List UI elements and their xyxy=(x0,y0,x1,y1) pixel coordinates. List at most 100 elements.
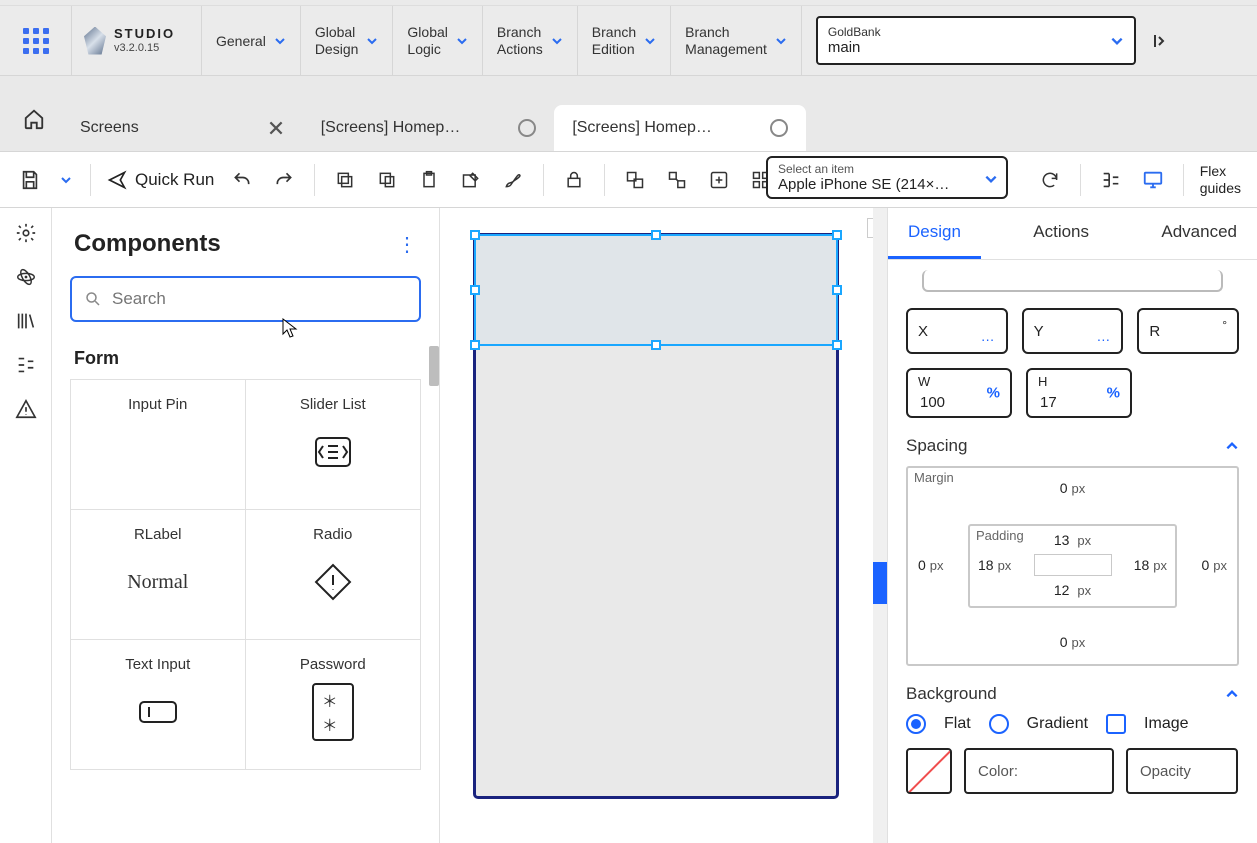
background-section-header[interactable]: Background xyxy=(906,684,1239,704)
component-rlabel[interactable]: RLabel Normal xyxy=(70,510,246,640)
paste-button[interactable] xyxy=(415,166,443,194)
chevron-down-icon xyxy=(60,174,72,186)
selection-box[interactable] xyxy=(474,234,838,346)
component-text-input[interactable]: Text Input xyxy=(70,640,246,770)
bg-color-input[interactable]: Color: xyxy=(964,748,1114,794)
height-input[interactable]: H17% xyxy=(1026,368,1132,418)
refresh-button[interactable] xyxy=(1036,166,1064,194)
tree-button[interactable] xyxy=(1097,166,1125,194)
tab-label: [Screens] Homep… xyxy=(572,119,712,137)
pencil-square-icon xyxy=(461,170,481,190)
apps-button[interactable] xyxy=(0,6,72,75)
gear-icon[interactable] xyxy=(15,222,37,244)
chevron-down-icon xyxy=(551,35,563,47)
quick-run-button[interactable]: Quick Run xyxy=(107,170,214,190)
margin-right[interactable]: 0 xyxy=(1201,557,1209,573)
canvas-scrollbar[interactable] xyxy=(873,208,887,843)
device-picker[interactable]: Select an item Apple iPhone SE (214×… xyxy=(766,156,1008,199)
search-input[interactable] xyxy=(112,289,407,309)
menu-branch-management[interactable]: Branch Management xyxy=(671,6,802,75)
save-button[interactable] xyxy=(16,166,44,194)
tab-advanced[interactable]: Advanced xyxy=(1141,208,1257,259)
bg-flat-radio[interactable] xyxy=(906,714,926,734)
resize-handle-bl[interactable] xyxy=(470,340,480,350)
flex-guides-toggle[interactable]: Flex guides xyxy=(1200,163,1241,195)
component-radio[interactable]: Radio xyxy=(246,510,422,640)
library-icon[interactable] xyxy=(15,310,37,332)
lock-button[interactable] xyxy=(560,166,588,194)
menu-branch-actions[interactable]: Branch Actions xyxy=(483,6,578,75)
preview-button[interactable] xyxy=(1139,166,1167,194)
resize-handle-br[interactable] xyxy=(832,340,842,350)
panel-more-button[interactable]: ⋮ xyxy=(397,232,417,257)
tab-design[interactable]: Design xyxy=(888,208,981,259)
canvas-scroll-thumb[interactable] xyxy=(873,562,887,604)
component-password[interactable]: Password ＊＊ xyxy=(246,640,422,770)
menubar: STUDIO v3.2.0.15 General Global Design G… xyxy=(0,6,1257,76)
bg-color-swatch[interactable] xyxy=(906,748,952,794)
copy-button[interactable] xyxy=(331,166,359,194)
group-button[interactable] xyxy=(621,166,649,194)
menu-global-logic[interactable]: Global Logic xyxy=(393,6,482,75)
branch-selector[interactable]: GoldBank main xyxy=(816,16,1136,65)
margin-bottom[interactable]: 0 xyxy=(1060,634,1068,650)
menu-global-design[interactable]: Global Design xyxy=(301,6,394,75)
toolbar: Quick Run Select an item Apple iPhone SE… xyxy=(0,152,1257,208)
chevron-up-icon xyxy=(1225,439,1239,453)
tab-actions[interactable]: Actions xyxy=(981,208,1141,259)
padding-center-input[interactable] xyxy=(1034,554,1112,576)
copy-icon xyxy=(335,170,355,190)
home-button[interactable] xyxy=(14,99,54,139)
resize-handle-tm[interactable] xyxy=(651,230,661,240)
bg-gradient-radio[interactable] xyxy=(989,714,1009,734)
menu-general[interactable]: General xyxy=(202,6,301,75)
warning-icon[interactable] xyxy=(15,398,37,420)
component-input-pin[interactable]: Input Pin xyxy=(70,380,246,510)
resize-handle-mr[interactable] xyxy=(832,285,842,295)
bg-image-checkbox[interactable] xyxy=(1106,714,1126,734)
password-icon: ＊＊ xyxy=(312,683,354,741)
tab-label: Screens xyxy=(80,119,139,137)
pos-y-input[interactable]: Y… xyxy=(1022,308,1124,354)
search-input-wrap[interactable] xyxy=(70,276,421,322)
ungroup-button[interactable] xyxy=(663,166,691,194)
spacing-section-header[interactable]: Spacing xyxy=(906,436,1239,456)
resize-handle-bm[interactable] xyxy=(651,340,661,350)
tab-homepage-2[interactable]: [Screens] Homep… xyxy=(554,105,806,151)
padding-right[interactable]: 18 xyxy=(1134,557,1150,573)
undo-button[interactable] xyxy=(228,166,256,194)
component-slider-list[interactable]: Slider List xyxy=(246,380,422,510)
text-input-icon xyxy=(137,698,179,726)
scrollbar-thumb[interactable] xyxy=(429,346,439,386)
resize-handle-tl[interactable] xyxy=(470,230,480,240)
spacing-editor: Margin 0px 0px 0px Padding 13px 18px 18p… xyxy=(906,466,1239,666)
collapse-panel-button[interactable] xyxy=(1146,6,1176,75)
add-button[interactable] xyxy=(705,166,733,194)
tab-screens[interactable]: Screens xyxy=(62,105,303,151)
save-dropdown[interactable] xyxy=(58,166,74,194)
margin-top[interactable]: 0 xyxy=(1060,480,1068,496)
resize-handle-ml[interactable] xyxy=(470,285,480,295)
canvas[interactable] xyxy=(440,208,887,843)
edit-button[interactable] xyxy=(457,166,485,194)
collapsed-section[interactable] xyxy=(922,270,1223,292)
padding-bottom[interactable]: 12 xyxy=(1054,582,1070,598)
collapse-icon xyxy=(1152,32,1170,50)
atom-icon[interactable] xyxy=(15,266,37,288)
menu-label: Global Design xyxy=(315,24,359,56)
menu-branch-edition[interactable]: Branch Edition xyxy=(578,6,671,75)
outline-icon[interactable] xyxy=(15,354,37,376)
padding-left[interactable]: 18 xyxy=(978,557,994,573)
bg-opacity-input[interactable]: Opacity xyxy=(1126,748,1238,794)
close-icon[interactable] xyxy=(267,119,285,137)
cut-button[interactable] xyxy=(373,166,401,194)
margin-left[interactable]: 0 xyxy=(918,557,926,573)
brush-button[interactable] xyxy=(499,166,527,194)
padding-top[interactable]: 13 xyxy=(1054,532,1070,548)
pos-x-input[interactable]: X… xyxy=(906,308,1008,354)
rotation-input[interactable]: R° xyxy=(1137,308,1239,354)
redo-button[interactable] xyxy=(270,166,298,194)
resize-handle-tr[interactable] xyxy=(832,230,842,240)
tab-homepage-1[interactable]: [Screens] Homep… xyxy=(303,105,555,151)
width-input[interactable]: W100% xyxy=(906,368,1012,418)
